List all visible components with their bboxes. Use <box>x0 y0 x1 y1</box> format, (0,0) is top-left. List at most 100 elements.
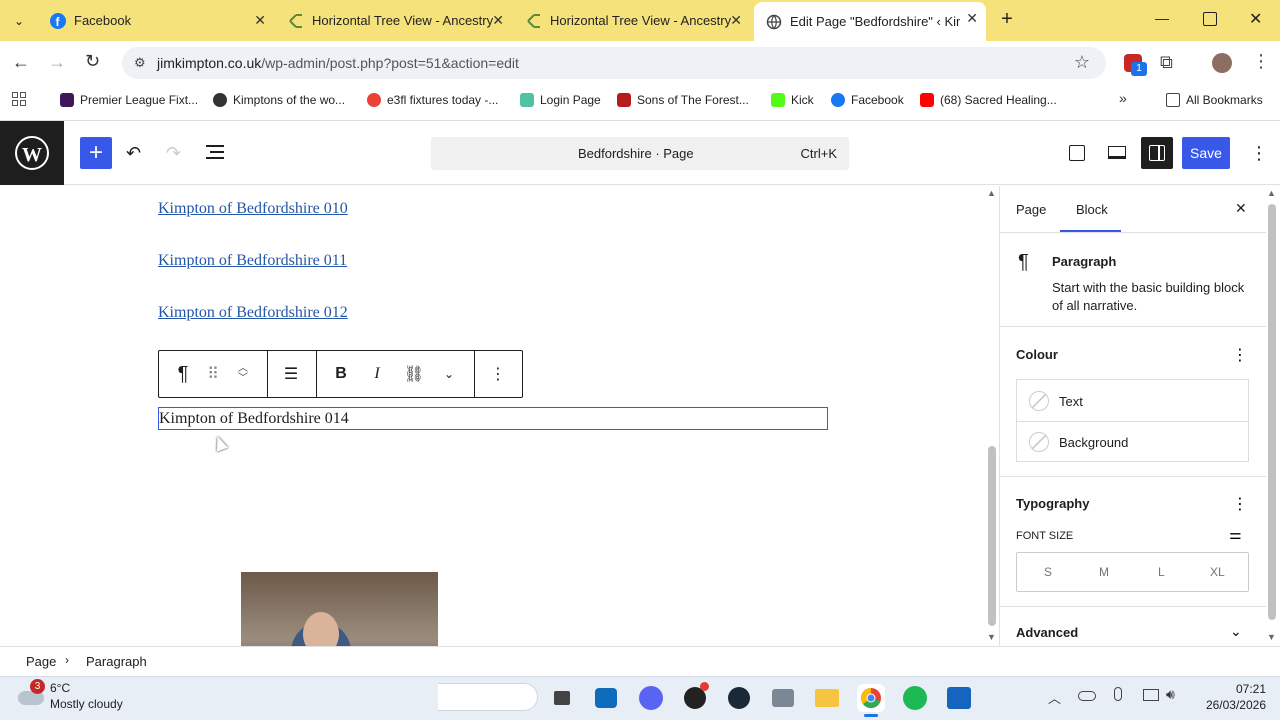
close-window-button[interactable]: ✕ <box>1249 9 1262 29</box>
bold-icon[interactable]: B <box>329 351 353 397</box>
spotify-icon[interactable] <box>901 684 929 712</box>
close-tab-icon[interactable]: ✕ <box>730 12 742 29</box>
extensions-icon[interactable]: ⧉ <box>1160 52 1173 73</box>
block-options-icon[interactable]: ⋮ <box>486 351 510 397</box>
onedrive-icon[interactable] <box>1078 691 1096 701</box>
snipping-tool-icon[interactable] <box>769 684 797 712</box>
reload-icon[interactable]: ↻ <box>85 51 100 72</box>
background-colour-button[interactable]: Background <box>1016 421 1249 462</box>
forward-icon[interactable]: → <box>48 52 66 73</box>
close-tab-icon[interactable]: ✕ <box>966 10 978 27</box>
typography-options-icon[interactable]: ⋮ <box>1232 494 1248 514</box>
bookmark-item[interactable]: Login Page <box>520 92 601 108</box>
move-up-down-icon[interactable]: ︿ ﹀ <box>231 351 255 397</box>
link-icon[interactable]: ⛓ <box>401 351 427 397</box>
sidebar-scroll-down-icon[interactable]: ▼ <box>1267 632 1276 642</box>
bookmark-item[interactable]: Kimptons of the wo... <box>213 92 345 108</box>
discord-icon[interactable] <box>637 684 665 712</box>
align-icon[interactable]: ☰ <box>279 351 303 397</box>
sidebar-scroll-up-icon[interactable]: ▲ <box>1267 188 1276 198</box>
tab-facebook[interactable]: f Facebook ✕ <box>38 4 274 37</box>
breadcrumb-page[interactable]: Page <box>26 654 56 669</box>
undo-icon[interactable]: ↶ <box>126 143 141 164</box>
tab-edit-page[interactable]: Edit Page "Bedfordshire" ‹ Kimp ✕ <box>754 2 986 41</box>
more-formatting-icon[interactable]: ⌄ <box>437 351 461 397</box>
address-bar[interactable]: ⚙ jimkimpton.co.uk/wp-admin/post.php?pos… <box>122 47 1106 79</box>
scroll-up-icon[interactable]: ▲ <box>987 188 996 198</box>
document-overview-icon[interactable] <box>206 145 224 159</box>
scroll-down-icon[interactable]: ▼ <box>987 632 996 642</box>
bookmark-item[interactable]: Sons of The Forest... <box>617 92 749 108</box>
background-colour-label: Background <box>1059 435 1129 450</box>
network-icon[interactable] <box>1143 689 1159 701</box>
steam-icon[interactable] <box>725 684 753 712</box>
selected-paragraph[interactable]: Kimpton of Bedfordshire 014 <box>158 407 828 430</box>
app-icon[interactable] <box>945 684 973 712</box>
bookmark-item[interactable]: (68) Sacred Healing... <box>920 92 1057 108</box>
command-palette[interactable]: Bedfordshire · Page Ctrl+K <box>431 137 849 170</box>
apps-icon[interactable] <box>12 92 26 106</box>
font-size-l[interactable]: L <box>1158 565 1165 579</box>
text-colour-button[interactable]: Text <box>1016 379 1249 421</box>
file-explorer-icon[interactable] <box>813 684 841 712</box>
preview-icon[interactable] <box>1108 146 1126 159</box>
close-tab-icon[interactable]: ✕ <box>254 12 266 29</box>
temperature: 6°C <box>50 681 71 695</box>
settings-panel-icon[interactable] <box>1141 137 1173 169</box>
drag-handle-icon[interactable]: ⠿ <box>201 351 225 397</box>
menu-icon[interactable]: ⋮ <box>1252 51 1270 72</box>
taskbar-search[interactable] <box>438 683 538 711</box>
typography-panel: Typography ⋮ FONT SIZE ⚌ S M L XL <box>1000 477 1266 607</box>
view-page-icon[interactable] <box>1069 145 1085 161</box>
tab-ancestry-1[interactable]: Horizontal Tree View - Ancestry ✕ <box>276 4 512 37</box>
volume-icon[interactable]: 🔊︎ <box>1166 686 1175 703</box>
bookmark-item[interactable]: e3fl fixtures today -... <box>367 92 498 108</box>
custom-size-icon[interactable]: ⚌ <box>1229 526 1242 543</box>
sidebar-scrollbar-thumb[interactable] <box>1268 204 1276 620</box>
more-bookmarks-icon[interactable]: » <box>1119 90 1127 106</box>
advanced-panel[interactable]: Advanced ⌄ <box>1000 620 1266 646</box>
redo-icon[interactable]: ↷ <box>166 143 181 164</box>
page-link[interactable]: Kimpton of Bedfordshire 011 <box>158 252 347 270</box>
close-sidebar-icon[interactable]: ✕ <box>1235 200 1247 217</box>
colour-options-icon[interactable]: ⋮ <box>1232 345 1248 365</box>
bookmark-item[interactable]: Kick <box>771 92 814 108</box>
tab-block[interactable]: Block <box>1076 202 1108 217</box>
date: 26/03/2026 <box>1205 698 1266 712</box>
microphone-icon[interactable] <box>1114 687 1122 701</box>
profile-avatar[interactable] <box>1212 53 1232 73</box>
bookmark-star-icon[interactable]: ☆ <box>1074 52 1090 73</box>
task-view-icon[interactable] <box>548 684 576 712</box>
clock[interactable]: 07:21 26/03/2026 <box>1196 680 1266 716</box>
options-icon[interactable]: ⋮ <box>1250 143 1268 164</box>
bookmark-item[interactable]: Premier League Fixt... <box>60 92 198 108</box>
new-tab-button[interactable]: + <box>996 8 1018 30</box>
outlook-icon[interactable] <box>592 684 620 712</box>
all-bookmarks[interactable]: All Bookmarks <box>1166 92 1263 108</box>
tab-ancestry-2[interactable]: Horizontal Tree View - Ancestry ✕ <box>514 4 750 37</box>
close-tab-icon[interactable]: ✕ <box>492 12 504 29</box>
italic-icon[interactable]: I <box>365 351 389 397</box>
tab-page[interactable]: Page <box>1016 202 1046 217</box>
back-icon[interactable]: ← <box>12 52 30 73</box>
bookmark-item[interactable]: Facebook <box>831 92 904 108</box>
tab-search-button[interactable]: ⌄ <box>8 10 30 32</box>
page-link[interactable]: Kimpton of Bedfordshire 012 <box>158 304 348 322</box>
restore-button[interactable] <box>1203 12 1217 26</box>
folder-icon <box>1166 93 1180 107</box>
chevron-up-icon[interactable]: ︿ <box>1048 688 1061 707</box>
page-link[interactable]: Kimpton of Bedfordshire 010 <box>158 200 348 218</box>
wordpress-logo-icon[interactable]: W <box>0 121 64 185</box>
font-size-m[interactable]: M <box>1099 565 1109 579</box>
breadcrumb-paragraph[interactable]: Paragraph <box>86 654 147 669</box>
save-button[interactable]: Save <box>1182 137 1230 169</box>
canvas-scrollbar-thumb[interactable] <box>988 446 996 626</box>
chrome-icon[interactable] <box>857 684 885 712</box>
font-size-xl[interactable]: XL <box>1210 565 1225 579</box>
font-size-s[interactable]: S <box>1044 565 1052 579</box>
weather-widget[interactable]: 3 6°C Mostly cloudy <box>18 679 168 717</box>
site-info-icon[interactable]: ⚙ <box>134 55 146 71</box>
paragraph-icon[interactable]: ¶ <box>169 351 197 397</box>
minimize-button[interactable]: — <box>1155 10 1175 30</box>
add-block-button[interactable]: + <box>80 137 112 169</box>
